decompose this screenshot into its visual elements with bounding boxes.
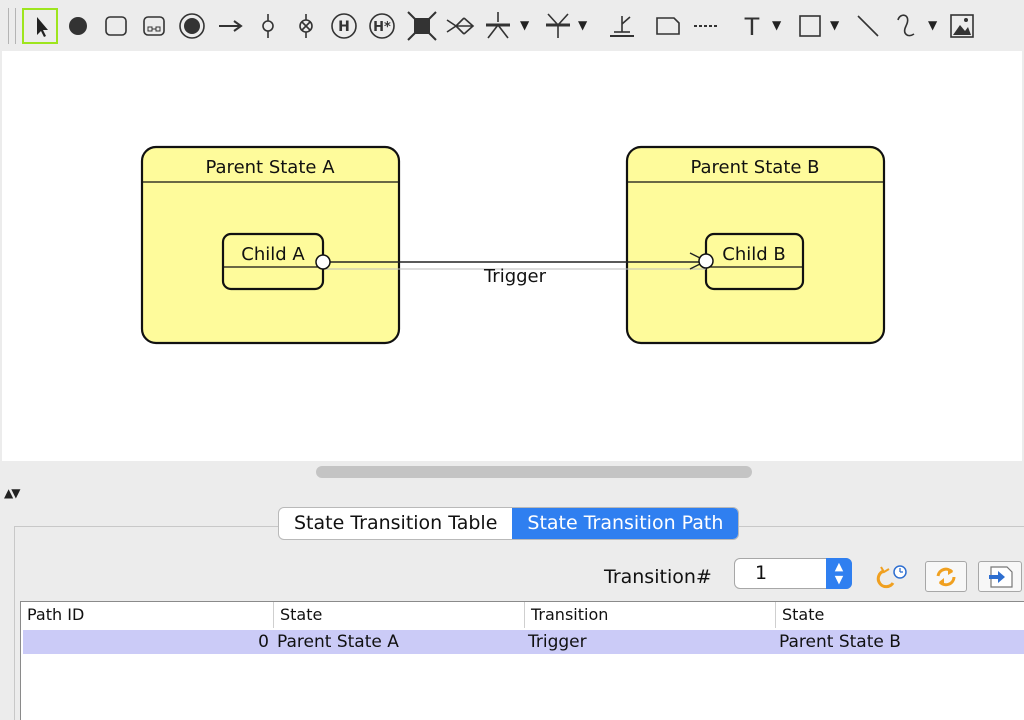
fork-icon <box>486 12 510 39</box>
rectangle-dropdown-icon[interactable]: ▼ <box>830 18 839 32</box>
table-header: Path ID State Transition State <box>21 602 1024 628</box>
choice-point-tool[interactable] <box>250 8 286 44</box>
bottom-tabs: State Transition Table State Transition … <box>278 507 740 540</box>
export-page-icon <box>989 566 1013 588</box>
select-pointer-icon <box>37 17 48 37</box>
split-pane-toggle[interactable]: ▲▼ <box>4 486 21 500</box>
final-state-tool[interactable] <box>174 8 210 44</box>
refresh-button[interactable] <box>925 561 967 592</box>
text-tool[interactable]: T ▼ <box>734 8 782 44</box>
note-link-tool[interactable] <box>688 8 724 44</box>
fork-join-tool[interactable] <box>404 8 440 44</box>
transition-number-value[interactable]: 1 <box>755 562 767 584</box>
simple-state-icon <box>105 16 127 36</box>
clock-refresh-icon <box>876 565 907 589</box>
svg-text:T: T <box>744 13 760 41</box>
line-tool[interactable] <box>850 8 886 44</box>
collapse-down-icon[interactable]: ▼ <box>11 486 20 500</box>
deep-history-tool[interactable]: H* <box>364 8 400 44</box>
join-tool[interactable]: ▼ <box>540 8 587 44</box>
transition-path-table: Path ID State Transition State 0 Parent … <box>20 601 1024 720</box>
transition-end-handle[interactable] <box>698 253 714 269</box>
column-header-path-id[interactable]: Path ID <box>21 602 273 628</box>
transition-start-handle[interactable] <box>315 254 331 270</box>
composite-state-tool[interactable] <box>136 8 172 44</box>
svg-text:H: H <box>338 19 350 35</box>
spinner-buttons[interactable]: ▲ ▼ <box>826 558 852 589</box>
line-icon <box>857 15 879 37</box>
text-dropdown-icon[interactable]: ▼ <box>772 18 781 32</box>
rectangle-icon <box>799 15 821 37</box>
choice-point-icon <box>262 14 274 38</box>
column-header-state[interactable]: State <box>273 602 524 628</box>
transition-tool[interactable] <box>212 8 248 44</box>
toolbar-grip[interactable] <box>8 8 16 44</box>
chevron-up-icon[interactable]: ▲ <box>826 560 852 573</box>
fork-tool[interactable]: ▼ <box>480 8 529 44</box>
anchor-icon <box>610 16 634 37</box>
parent-state-a-title: Parent State A <box>205 157 335 178</box>
cell-path-id: 0 <box>258 632 269 652</box>
tab-state-transition-path[interactable]: State Transition Path <box>512 508 739 539</box>
fork-dropdown-icon[interactable]: ▼ <box>520 18 529 32</box>
parent-state-b-title: Parent State B <box>690 157 819 178</box>
shallow-history-icon: H <box>331 13 357 39</box>
anchor-tool[interactable] <box>604 8 640 44</box>
transition-number-label: Transition# <box>604 566 712 588</box>
shallow-history-tool[interactable]: H <box>326 8 362 44</box>
column-header-target-state[interactable]: State <box>775 602 1024 628</box>
image-tool[interactable] <box>944 8 980 44</box>
note-icon <box>656 17 680 35</box>
curve-dropdown-icon[interactable]: ▼ <box>928 18 937 32</box>
diagram-canvas[interactable]: Parent State A Child A Parent State B Ch… <box>2 51 1022 461</box>
export-button[interactable] <box>978 561 1022 592</box>
composite-state-icon <box>143 16 165 36</box>
final-state-icon <box>179 13 205 39</box>
note-tool[interactable] <box>650 8 686 44</box>
fork-join-icon <box>407 11 437 41</box>
tab-state-transition-table[interactable]: State Transition Table <box>279 508 512 539</box>
history-refresh-button[interactable] <box>872 561 914 592</box>
junction-tool[interactable] <box>442 8 478 44</box>
initial-state-icon <box>69 17 87 35</box>
image-icon <box>950 14 974 38</box>
join-icon <box>546 13 570 38</box>
terminate-point-tool[interactable] <box>288 8 324 44</box>
child-state-b[interactable]: Child B <box>704 232 805 291</box>
scrollbar-thumb[interactable] <box>316 466 752 478</box>
toolbar: H H* ▼ ▼ T ▼ ▼ ▼ <box>0 0 1024 50</box>
initial-state-tool[interactable] <box>60 8 96 44</box>
cell-target-state: Parent State B <box>779 632 901 652</box>
canvas-horizontal-scrollbar[interactable] <box>0 461 1024 483</box>
junction-icon <box>446 17 475 35</box>
curve-tool[interactable]: ▼ <box>888 8 937 44</box>
transition-number-spinner[interactable]: 1 ▲ ▼ <box>734 558 852 589</box>
cell-transition: Trigger <box>528 632 587 652</box>
text-icon: T <box>744 13 760 41</box>
transition-label: Trigger <box>483 266 547 287</box>
select-pointer-tool[interactable] <box>22 8 58 44</box>
rectangle-tool[interactable]: ▼ <box>792 8 839 44</box>
column-header-transition[interactable]: Transition <box>524 602 775 628</box>
note-link-icon <box>694 25 718 27</box>
chevron-down-icon[interactable]: ▼ <box>826 573 852 586</box>
terminate-point-icon <box>299 14 313 38</box>
diagram-svg: Parent State A Child A Parent State B Ch… <box>140 145 886 345</box>
child-state-a[interactable]: Child A <box>221 232 325 291</box>
join-dropdown-icon[interactable]: ▼ <box>578 18 587 32</box>
child-state-b-title: Child B <box>722 244 785 265</box>
refresh-icon <box>936 567 956 587</box>
child-state-a-title: Child A <box>241 244 305 265</box>
table-row[interactable]: 0 Parent State A Trigger Parent State B <box>23 630 1024 654</box>
curve-icon <box>897 14 915 37</box>
deep-history-icon: H* <box>369 13 395 39</box>
svg-text:H*: H* <box>373 20 391 35</box>
simple-state-tool[interactable] <box>98 8 134 44</box>
cell-state: Parent State A <box>277 632 399 652</box>
transition-arrow-icon <box>219 20 243 32</box>
